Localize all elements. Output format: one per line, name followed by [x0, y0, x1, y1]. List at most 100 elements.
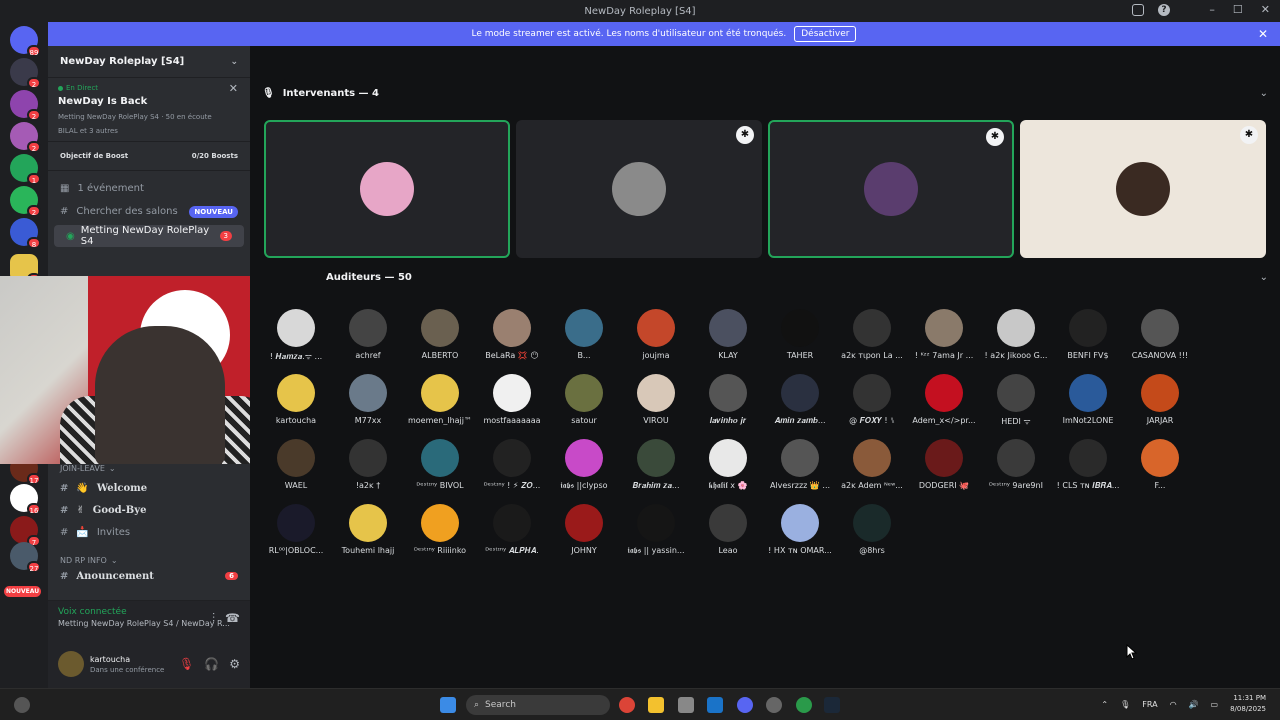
audience-member[interactable]: BeLaRa 💢 😶 — [476, 309, 548, 360]
audience-member[interactable]: ᴰᵉˢᵗᶦⁿʸ BIVOL — [404, 439, 476, 490]
microphone-icon[interactable]: 🎙 — [1120, 700, 1130, 709]
audience-member[interactable]: ! ᴷᶻᶻ 7ama Jr ... — [908, 309, 980, 360]
language-indicator[interactable]: FRA — [1142, 700, 1157, 709]
audience-member[interactable]: CASANOVA !!! — [1124, 309, 1196, 360]
audience-member[interactable]: JARJAR — [1124, 374, 1196, 425]
chrome-icon[interactable] — [619, 697, 635, 713]
server-icon[interactable]: 1 — [10, 154, 41, 185]
chevron-up-icon[interactable]: ⌃ — [1101, 700, 1108, 709]
server-icon[interactable]: 2 — [10, 186, 41, 217]
audience-member[interactable]: ! a2ĸ Jikooo G... — [980, 309, 1052, 360]
store-icon[interactable] — [678, 697, 694, 713]
audience-member[interactable]: DODGERI 🐙 — [908, 439, 980, 490]
server-icon[interactable]: 2 — [10, 58, 41, 89]
chevron-down-icon[interactable]: ⌄ — [1260, 272, 1268, 283]
close-icon[interactable]: ✕ — [1258, 27, 1268, 41]
audience-member[interactable]: @ 𝑭𝑶𝑿𝒀 ! ⑊ — [836, 374, 908, 426]
speaker-tile[interactable]: ✱ — [516, 120, 762, 258]
audience-member[interactable]: ᴰᵉˢᵗᶦⁿʸ ! ⚡ 𝒁𝑶... — [476, 439, 548, 491]
audience-member[interactable]: JOHNY — [548, 504, 620, 555]
channel-good-bye[interactable]: # ✌ Good-Bye — [48, 499, 250, 521]
selected-stage-channel[interactable]: ◉ Metting NewDay RolePlay S4 3 — [54, 225, 244, 247]
audience-member[interactable]: ImNot2LONE — [1052, 374, 1124, 425]
server-icon[interactable]: 16 — [10, 484, 41, 515]
audience-member[interactable]: achref — [332, 309, 404, 360]
speaker-tile[interactable]: ✱ — [768, 120, 1014, 258]
audience-member[interactable]: @8hrs — [836, 504, 908, 555]
volume-icon[interactable]: 🔊 — [1189, 700, 1199, 709]
server-icon[interactable]: 2 — [10, 90, 41, 121]
discord-icon[interactable] — [737, 697, 753, 713]
headphones-icon[interactable]: 🎧 — [204, 657, 219, 671]
audience-member[interactable]: joujma — [620, 309, 692, 360]
server-icon[interactable]: 7 — [10, 516, 41, 547]
audience-member[interactable]: RL⁰⁰|OBLOC... — [260, 504, 332, 555]
battery-icon[interactable]: ▭ — [1211, 700, 1219, 709]
audience-member[interactable]: ! HX ᴛɴ OMAR... — [764, 504, 836, 555]
audience-member[interactable]: 𝒍𝒂𝒗𝒊𝒏𝒉𝒐 𝒋𝒓 — [692, 374, 764, 426]
steam-icon[interactable] — [824, 697, 840, 713]
app-icon[interactable] — [766, 697, 782, 713]
gear-icon[interactable]: ⚙ — [229, 657, 240, 671]
server-header[interactable]: NewDay Roleplay [S4] ⌄ — [48, 46, 250, 78]
events-row[interactable]: ▦ 1 événement — [48, 177, 250, 200]
audience-member[interactable]: B... — [548, 309, 620, 360]
close-icon[interactable]: ✕ — [229, 82, 238, 95]
maximize-button[interactable]: ☐ — [1233, 3, 1243, 16]
outlook-icon[interactable] — [707, 697, 723, 713]
audience-member[interactable]: BENFI FV$ — [1052, 309, 1124, 360]
channel-invites[interactable]: # 📩 Invites — [48, 521, 250, 543]
audience-member[interactable]: ! 𝑯𝒂𝒎𝒛𝒂.ᯤ ... — [260, 309, 332, 362]
speaker-tile[interactable]: ✱ — [1020, 120, 1266, 258]
channel-announcement[interactable]: # Anouncement 6 — [48, 569, 250, 583]
disable-streamer-button[interactable]: Désactiver — [794, 26, 857, 42]
audience-member[interactable]: satour — [548, 374, 620, 425]
help-icon[interactable]: ? — [1158, 4, 1170, 16]
inbox-icon[interactable] — [1132, 4, 1144, 16]
disconnect-icon[interactable]: ☎ — [225, 611, 240, 626]
audience-member[interactable]: 𝑨𝒎𝒊𝒏 𝒛𝒂𝒎𝒃... — [764, 374, 836, 426]
server-icon[interactable]: 2 — [10, 122, 41, 153]
audience-member[interactable]: 𝑩𝒓𝒂𝒉𝒊𝒎 𝒛𝒂... — [620, 439, 692, 491]
wifi-icon[interactable]: ◠ — [1170, 700, 1177, 709]
audience-member[interactable]: Leao — [692, 504, 764, 555]
audience-member[interactable]: ! CLS ᴛɴ 𝑰𝑩𝑹𝑨... — [1052, 439, 1124, 491]
file-explorer-icon[interactable] — [648, 697, 664, 713]
minimize-button[interactable]: – — [1209, 3, 1215, 16]
audience-member[interactable]: ᴰᵉˢᵗᶦⁿʸ 𝑨𝑳𝑷𝑯𝑨. — [476, 504, 548, 556]
audience-member[interactable]: ᴰᵉˢᵗᶦⁿʸ Riiiinko — [404, 504, 476, 555]
widgets-icon[interactable] — [14, 697, 30, 713]
audience-member[interactable]: WAEL — [260, 439, 332, 490]
audience-member[interactable]: Touhemi lhajj — [332, 504, 404, 555]
avatar[interactable] — [58, 651, 84, 677]
mic-muted-icon[interactable]: 🎙 — [179, 657, 194, 671]
audience-member[interactable]: TAHER — [764, 309, 836, 360]
chrome-profile-icon[interactable] — [796, 697, 812, 713]
chevron-down-icon[interactable]: ⌄ — [1260, 88, 1268, 99]
audience-member[interactable]: ᴰᵉˢᵗᶦⁿʸ 9are9nI — [980, 439, 1052, 490]
close-window-button[interactable]: ✕ — [1261, 3, 1270, 16]
audience-member[interactable]: a2ĸ тιpon La ... — [836, 309, 908, 360]
clock[interactable]: 11:31 PM 8/08/2025 — [1230, 693, 1266, 715]
audience-member[interactable]: !a2ĸ † — [332, 439, 404, 490]
discord-home-icon[interactable]: 89 — [10, 26, 41, 57]
audience-member[interactable]: M77xx — [332, 374, 404, 425]
boost-goal[interactable]: Objectif de Boost 0/20 Boosts — [48, 142, 250, 171]
taskbar-search[interactable]: ⌕ Search — [466, 695, 610, 715]
audience-member[interactable]: moemen_lhajj™ — [404, 374, 476, 425]
channel-welcome[interactable]: # 👋 Welcome — [48, 477, 250, 499]
audience-member[interactable]: mostfaaaaaaa — [476, 374, 548, 425]
live-stage-card[interactable]: En Direct NewDay Is Back Metting NewDay … — [48, 78, 250, 142]
server-icon[interactable]: 27 — [10, 542, 41, 573]
server-icon[interactable]: 8 — [10, 218, 41, 249]
browse-channels-row[interactable]: # Chercher des salons NOUVEAU — [48, 200, 250, 223]
audience-member[interactable]: F... — [1124, 439, 1196, 490]
audience-member[interactable]: KLAY — [692, 309, 764, 360]
audience-member[interactable]: kartoucha — [260, 374, 332, 425]
audience-member[interactable]: 𝖐𝖍𝖆𝖑𝖎𝖑 x 🌸 — [692, 439, 764, 491]
audience-member[interactable]: VIROU — [620, 374, 692, 425]
audience-member[interactable]: ALBERTO — [404, 309, 476, 360]
audience-member[interactable]: 𝖎𝖆𝖇𝖘 ||clypso — [548, 439, 620, 491]
speaker-tile[interactable] — [264, 120, 510, 258]
audience-member[interactable]: HEDI ᯤ — [980, 374, 1052, 427]
